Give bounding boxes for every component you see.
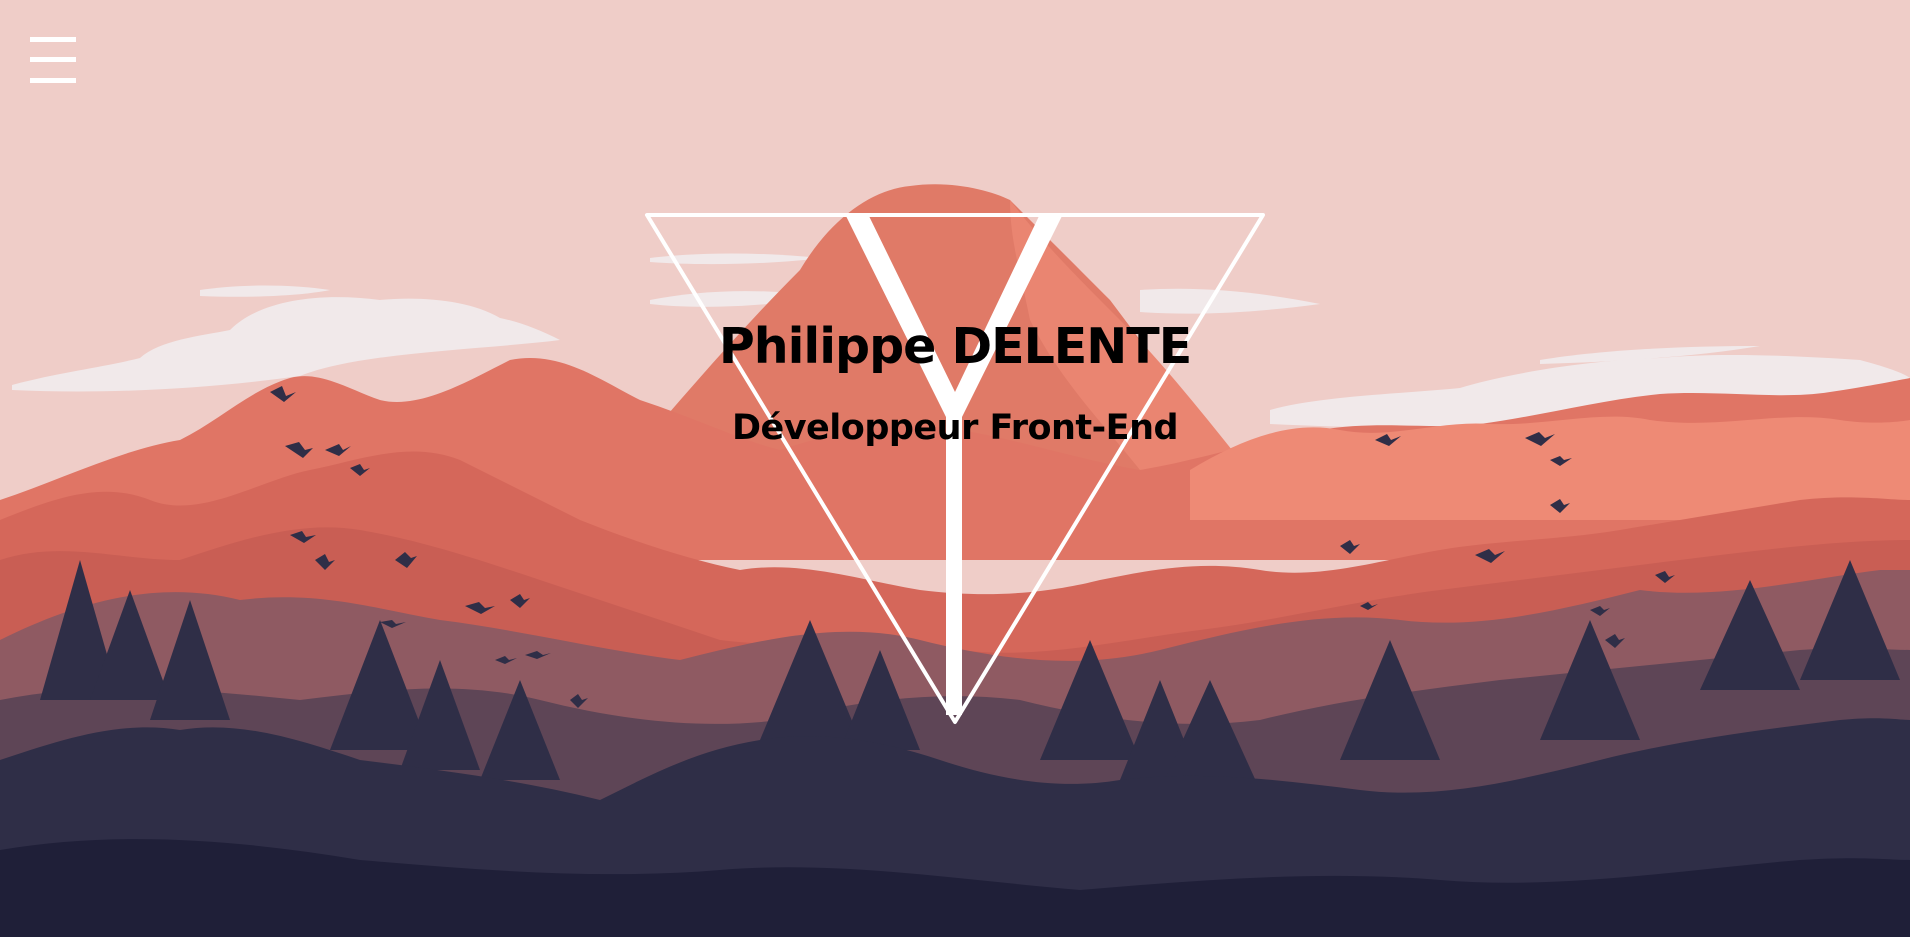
- mountain-landscape-background: [0, 0, 1910, 937]
- hamburger-menu-icon[interactable]: [26, 34, 80, 88]
- menu-bar-middle: [30, 57, 76, 62]
- hero-name: Philippe DELENTE: [718, 318, 1192, 375]
- hero-role: Développeur Front-End: [731, 408, 1179, 448]
- menu-bar-bottom: [30, 78, 76, 83]
- menu-bar-top: [30, 37, 76, 42]
